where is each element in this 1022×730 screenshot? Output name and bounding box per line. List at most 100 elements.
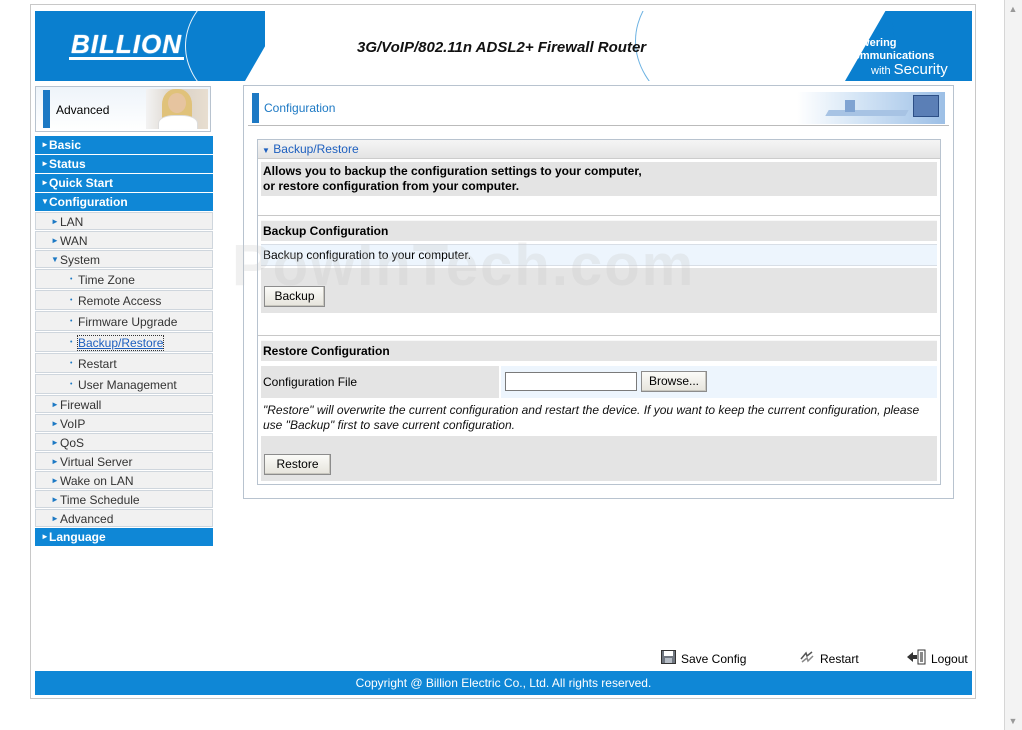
- collapsed-arrow-icon: ►: [41, 178, 49, 187]
- sidebar-item-restart[interactable]: • Restart: [35, 353, 213, 373]
- illustration-chair: [845, 100, 855, 112]
- sidebar-item-label: QoS: [60, 436, 85, 450]
- sidebar-item-label: Quick Start: [49, 176, 114, 190]
- mode-box: Advanced: [35, 86, 211, 132]
- illustration-desk: [825, 110, 909, 116]
- panel-title-text: Backup/Restore: [273, 142, 359, 156]
- sidebar-item-remote-access[interactable]: • Remote Access: [35, 290, 213, 310]
- intro-text: Allows you to backup the configuration s…: [261, 162, 937, 196]
- collapsed-arrow-icon: ►: [51, 476, 59, 485]
- bullet-icon: •: [70, 318, 73, 325]
- configuration-file-input[interactable]: [505, 372, 637, 391]
- sidebar-item-backup-restore[interactable]: • Backup/Restore: [35, 332, 213, 352]
- copyright-bar: Copyright @ Billion Electric Co., Ltd. A…: [35, 671, 972, 695]
- sidebar-item-label: Advanced: [60, 512, 114, 526]
- collapsed-arrow-icon: ►: [51, 400, 59, 409]
- separator: [258, 335, 940, 336]
- configuration-file-label: Configuration File: [261, 366, 499, 398]
- collapsed-arrow-icon: ►: [51, 236, 59, 245]
- header-arc-left: [185, 11, 385, 81]
- sidebar-item-status[interactable]: ► Status: [35, 155, 213, 173]
- backup-button[interactable]: Backup: [264, 286, 325, 307]
- collapsed-arrow-icon: ►: [41, 159, 49, 168]
- slogan-security: Security: [893, 61, 948, 78]
- collapsed-arrow-icon: ►: [41, 532, 49, 541]
- sidebar-item-label: Backup/Restore: [76, 335, 165, 351]
- logout-door-icon: [906, 649, 926, 671]
- sidebar-item-time-zone[interactable]: • Time Zone: [35, 269, 213, 289]
- sidebar-item-time-schedule[interactable]: ► Time Schedule: [35, 490, 213, 508]
- restore-button[interactable]: Restore: [264, 454, 331, 475]
- router-admin-page: BILLION 3G/VoIP/802.11n ADSL2+ Firewall …: [30, 4, 976, 699]
- sidebar-item-qos[interactable]: ► QoS: [35, 433, 213, 451]
- separator: [258, 215, 940, 216]
- sidebar-item-wake-on-lan[interactable]: ► Wake on LAN: [35, 471, 213, 489]
- sidebar-item-label: Language: [49, 530, 106, 544]
- footer-toolbar: Save Config Restart Logout: [651, 649, 1001, 669]
- sidebar-item-label: VoIP: [60, 417, 86, 431]
- restart-link[interactable]: Restart: [799, 649, 859, 669]
- sidebar-item-label: Virtual Server: [60, 455, 133, 469]
- configuration-file-cell: Browse...: [501, 366, 937, 398]
- sidebar-item-label: Time Schedule: [60, 493, 140, 507]
- logout-label: Logout: [931, 652, 968, 667]
- scroll-up-arrow-icon[interactable]: ▲: [1006, 2, 1020, 16]
- sidebar-item-virtual-server[interactable]: ► Virtual Server: [35, 452, 213, 470]
- browse-button[interactable]: Browse...: [641, 371, 707, 392]
- billion-logo: BILLION: [69, 29, 184, 60]
- logout-link[interactable]: Logout: [906, 649, 968, 669]
- content-header-accent: [252, 93, 259, 123]
- sidebar-item-firewall[interactable]: ► Firewall: [35, 395, 213, 413]
- save-config-label: Save Config: [681, 652, 747, 666]
- sidebar-item-label: Remote Access: [78, 294, 162, 308]
- intro-line1: Allows you to backup the configuration s…: [263, 164, 642, 178]
- backup-button-row: Backup: [261, 268, 937, 313]
- sidebar-item-quick-start[interactable]: ► Quick Start: [35, 174, 213, 192]
- photo-face: [168, 93, 186, 113]
- sidebar-item-firmware-upgrade[interactable]: • Firmware Upgrade: [35, 311, 213, 331]
- sidebar-item-label: Restart: [78, 357, 117, 371]
- photo-body: [158, 115, 198, 129]
- page-title: Configuration: [264, 101, 336, 115]
- sidebar-item-wan[interactable]: ► WAN: [35, 231, 213, 249]
- sidebar-item-label: Firmware Upgrade: [78, 315, 178, 329]
- floppy-disk-icon: [661, 649, 676, 670]
- scroll-down-arrow-icon[interactable]: ▼: [1006, 714, 1020, 728]
- browser-viewport: BILLION 3G/VoIP/802.11n ADSL2+ Firewall …: [0, 0, 1022, 730]
- sidebar-item-advanced[interactable]: ► Advanced: [35, 509, 213, 527]
- collapsed-arrow-icon: ►: [51, 419, 59, 428]
- vertical-scrollbar[interactable]: ▲ ▼: [1004, 0, 1022, 730]
- bullet-icon: •: [70, 360, 73, 367]
- sidebar-item-label: Firewall: [60, 398, 102, 412]
- restart-label: Restart: [820, 652, 859, 666]
- restore-button-row: Restore: [261, 436, 937, 481]
- expanded-arrow-icon: ▼: [41, 197, 49, 206]
- restore-warning-note: "Restore" will overwrite the current con…: [261, 400, 937, 434]
- sidebar-item-configuration[interactable]: ▼ Configuration: [35, 193, 213, 211]
- slogan-with: with: [871, 65, 891, 77]
- sidebar-item-label: Configuration: [49, 195, 128, 209]
- expanded-arrow-icon: ▼: [51, 255, 59, 264]
- panel-collapse-icon: ▼: [262, 146, 270, 155]
- bullet-icon: •: [70, 297, 73, 304]
- bullet-icon: •: [70, 339, 73, 346]
- sidebar-item-label: Basic: [49, 138, 82, 152]
- collapsed-arrow-icon: ►: [51, 495, 59, 504]
- office-illustration: [797, 92, 945, 124]
- collapsed-arrow-icon: ►: [51, 217, 59, 226]
- restart-arrows-icon: [799, 650, 815, 670]
- sidebar-item-voip[interactable]: ► VoIP: [35, 414, 213, 432]
- sidebar-item-system[interactable]: ▼ System: [35, 250, 213, 268]
- sidebar-item-user-management[interactable]: • User Management: [35, 374, 213, 394]
- collapsed-arrow-icon: ►: [41, 140, 49, 149]
- collapsed-arrow-icon: ►: [51, 514, 59, 523]
- bullet-icon: •: [70, 381, 73, 388]
- backup-restore-panel: ▼ Backup/Restore Allows you to backup th…: [257, 139, 941, 485]
- save-config-link[interactable]: Save Config: [661, 649, 746, 669]
- restore-section-heading: Restore Configuration: [261, 340, 937, 361]
- sidebar-item-label: User Management: [78, 378, 177, 392]
- sidebar-item-lan[interactable]: ► LAN: [35, 212, 213, 230]
- sidebar-item-language[interactable]: ► Language: [35, 528, 213, 546]
- sidebar-item-basic[interactable]: ► Basic: [35, 136, 213, 154]
- slogan-line2: with Security: [847, 61, 972, 78]
